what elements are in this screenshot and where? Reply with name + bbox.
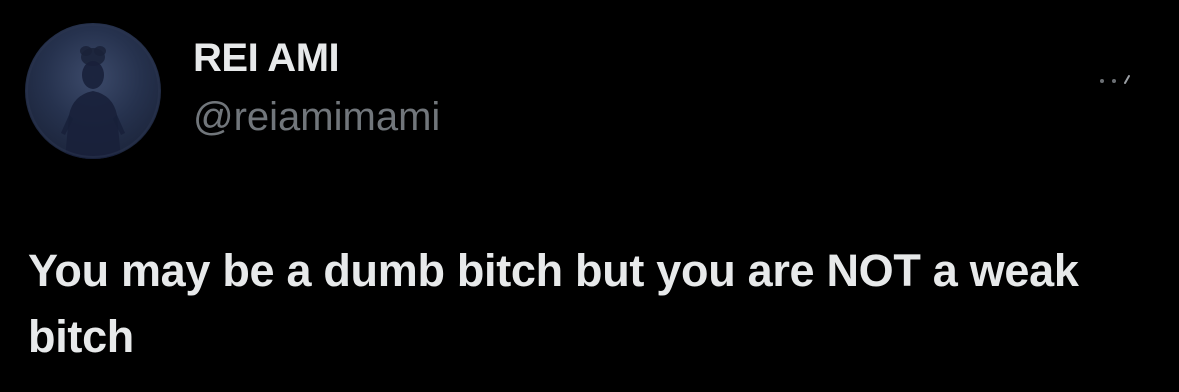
avatar[interactable] bbox=[25, 23, 161, 159]
avatar-photo-icon bbox=[26, 24, 160, 159]
more-options-icon[interactable] bbox=[1098, 72, 1132, 86]
display-name[interactable]: REI AMI bbox=[193, 36, 340, 81]
tweet-card: REI AMI @reiamimami You may be a dumb bi… bbox=[0, 0, 1179, 392]
tweet-body-text: You may be a dumb bitch but you are NOT … bbox=[28, 245, 1079, 362]
user-handle[interactable]: @reiamimami bbox=[193, 95, 440, 140]
